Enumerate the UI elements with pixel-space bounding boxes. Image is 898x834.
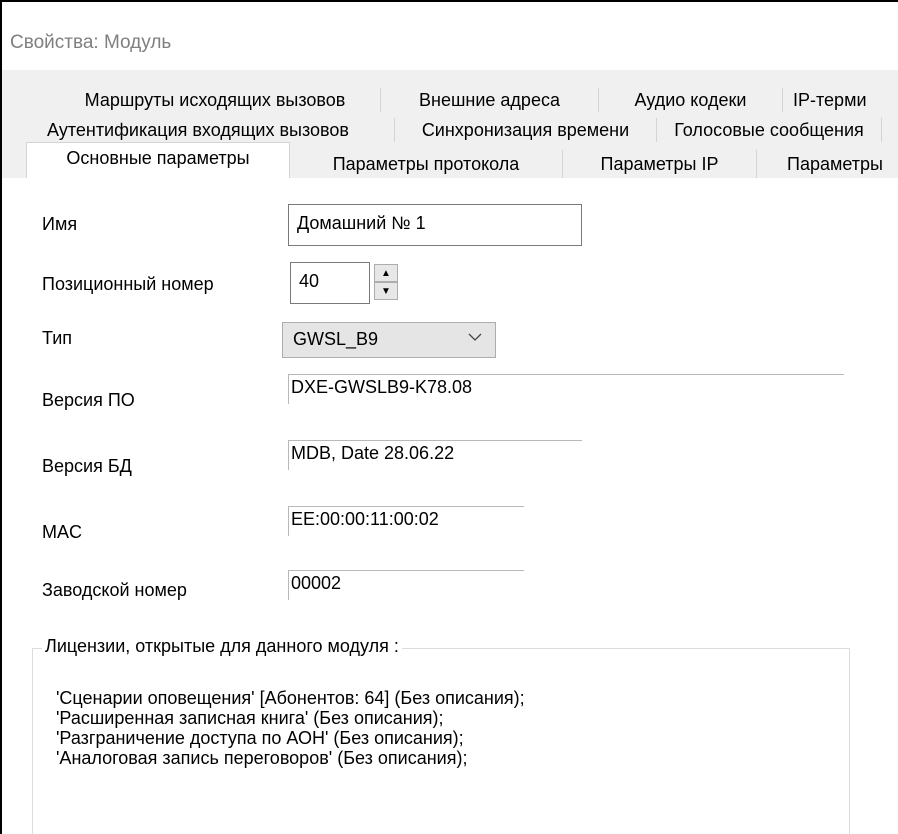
tab-protocol-parameters[interactable]: Параметры протокола <box>290 150 562 178</box>
window-title: Свойства: Модуль <box>10 32 172 53</box>
sw-version-label: Версия ПО <box>42 390 135 410</box>
license-item: 'Расширенная записная книга' (Без описан… <box>56 708 444 728</box>
mac-label: MAC <box>42 522 82 542</box>
tab-ip-parameters[interactable]: Параметры IP <box>562 150 756 178</box>
name-input[interactable]: Домашний № 1 <box>288 204 582 246</box>
tab-ip-terminals[interactable]: IP-терми <box>782 88 898 112</box>
db-version-label: Версия БД <box>42 456 132 476</box>
licenses-list: 'Сценарии оповещения' [Абонентов: 64] (Б… <box>56 688 525 768</box>
triangle-up-icon: ▲ <box>381 267 391 279</box>
name-label: Имя <box>42 214 78 234</box>
tab-time-sync[interactable]: Синхронизация времени <box>394 118 656 142</box>
tab-external-addresses[interactable]: Внешние адреса <box>380 88 598 112</box>
license-item: 'Аналоговая запись переговоров' (Без опи… <box>56 748 468 768</box>
tab-basic-parameters[interactable]: Основные параметры <box>26 142 290 178</box>
license-item: 'Сценарии оповещения' [Абонентов: 64] (Б… <box>56 688 525 708</box>
license-item: 'Разграничение доступа по АОН' (Без опис… <box>56 728 464 748</box>
db-version-value: MDB, Date 28.06.22 <box>288 440 582 470</box>
position-number-label: Позиционный номер <box>42 274 214 294</box>
serial-number-label: Заводской номер <box>42 580 187 600</box>
spin-down-button[interactable]: ▼ <box>374 282 398 300</box>
licenses-title: Лицензии, открытые для данного модуля : <box>42 636 402 657</box>
sw-version-value: DXE-GWSLB9-K78.08 <box>288 374 844 404</box>
tab-audio-codecs[interactable]: Аудио кодеки <box>598 88 782 112</box>
triangle-down-icon: ▼ <box>381 285 391 297</box>
tab-outgoing-routes[interactable]: Маршруты исходящих вызовов <box>50 88 380 112</box>
type-select[interactable]: GWSL_B9 <box>282 322 496 358</box>
basic-parameters-panel: Имя Домашний № 1 Позиционный номер 40 ▲ … <box>2 178 898 834</box>
mac-value: EE:00:00:11:00:02 <box>288 506 524 536</box>
properties-window: Свойства: Модуль Маршруты исходящих вызо… <box>0 0 898 834</box>
tab-incoming-auth[interactable]: Аутентификация входящих вызовов <box>2 118 394 142</box>
serial-number-value: 00002 <box>288 570 524 600</box>
tab-strip: Маршруты исходящих вызовов Внешние адрес… <box>2 70 898 178</box>
type-label: Тип <box>42 328 73 348</box>
tab-more-parameters[interactable]: Параметры <box>756 150 898 178</box>
tab-voice-messages[interactable]: Голосовые сообщения <box>656 118 882 142</box>
position-number-input[interactable]: 40 <box>290 262 370 304</box>
spin-up-button[interactable]: ▲ <box>374 264 398 282</box>
type-select-value: GWSL_B9 <box>293 329 379 349</box>
chevron-down-icon <box>468 333 482 341</box>
